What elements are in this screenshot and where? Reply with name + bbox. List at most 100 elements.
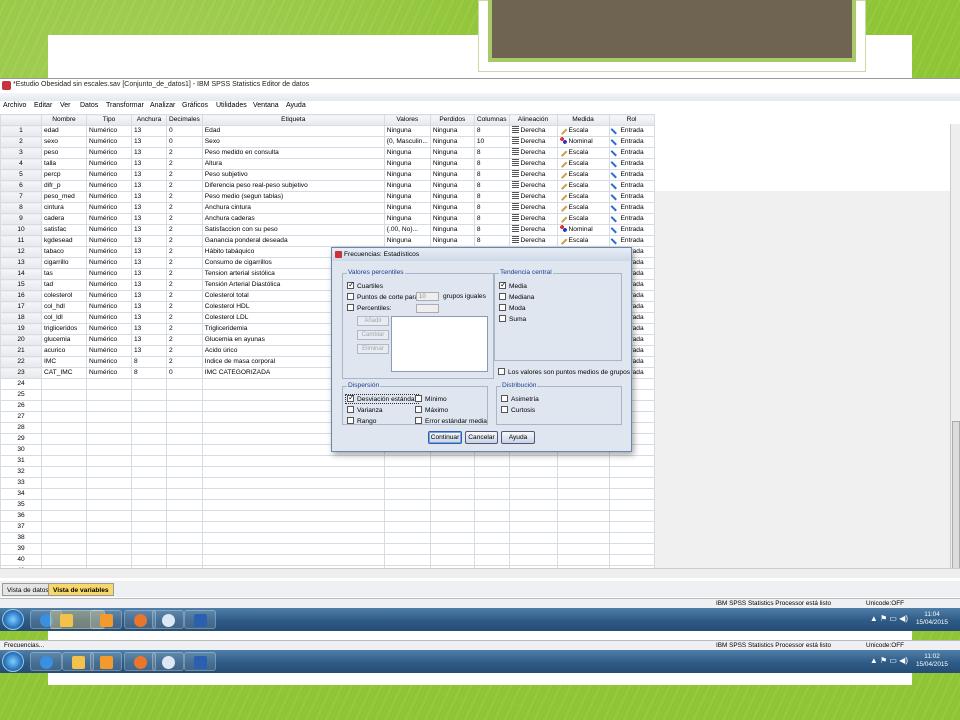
cell-tipo[interactable]: Numérico xyxy=(86,213,132,225)
empty-cell[interactable] xyxy=(41,488,87,500)
empty-cell[interactable] xyxy=(383,499,431,511)
menu-ver[interactable]: Ver xyxy=(60,102,71,109)
empty-cell[interactable] xyxy=(131,554,167,566)
suma-checkbox[interactable]: Suma xyxy=(499,315,526,323)
cell-perdidos[interactable]: Ninguna xyxy=(429,180,475,192)
empty-cell[interactable] xyxy=(41,444,87,456)
cell-tipo[interactable]: Numérico xyxy=(86,136,132,148)
column-header-medida[interactable]: Medida xyxy=(556,114,610,126)
cell-dec[interactable]: 2 xyxy=(166,345,203,357)
empty-cell[interactable] xyxy=(429,466,475,478)
row-number[interactable]: 5 xyxy=(0,169,42,181)
column-header-anchura[interactable]: Anchura xyxy=(131,114,167,126)
cell-dec[interactable]: 2 xyxy=(166,246,203,258)
row-number[interactable]: 6 xyxy=(0,180,42,192)
empty-cell[interactable] xyxy=(41,389,87,401)
cell-rol[interactable]: Entrada xyxy=(608,213,655,225)
empty-cell[interactable] xyxy=(429,543,475,555)
cell-dec[interactable]: 2 xyxy=(166,224,203,236)
empty-cell[interactable] xyxy=(86,466,132,478)
cell-rol[interactable]: Entrada xyxy=(608,224,655,236)
empty-cell[interactable] xyxy=(608,521,655,533)
cell-columnas[interactable]: 8 xyxy=(473,158,510,170)
desviacion-checkbox[interactable]: Desviación estándar xyxy=(345,393,419,404)
cell-dec[interactable]: 0 xyxy=(166,125,203,137)
spss-taskbar-button-2[interactable] xyxy=(152,652,184,671)
cell-medida[interactable]: Nominal xyxy=(556,136,610,148)
empty-cell[interactable] xyxy=(201,466,385,478)
puntos-corte-input[interactable]: 10 xyxy=(416,292,439,301)
cell-columnas[interactable]: 8 xyxy=(473,202,510,214)
row-number[interactable]: 1 xyxy=(0,125,42,137)
eliminar-button[interactable]: Eliminar xyxy=(357,344,389,354)
row-number[interactable]: 39 xyxy=(0,543,42,555)
empty-cell[interactable] xyxy=(556,455,610,467)
empty-cell[interactable] xyxy=(131,543,167,555)
row-number[interactable]: 27 xyxy=(0,411,42,423)
cell-anchura[interactable]: 13 xyxy=(131,323,167,335)
empty-cell[interactable] xyxy=(131,488,167,500)
cell-rol[interactable]: Entrada xyxy=(608,158,655,170)
empty-cell[interactable] xyxy=(131,532,167,544)
empty-cell[interactable] xyxy=(166,521,203,533)
column-header-alineacion[interactable]: Alineación xyxy=(508,114,558,126)
cambiar-button[interactable]: Cambiar xyxy=(357,330,389,340)
cell-etiqueta[interactable]: Anchura cintura xyxy=(201,202,385,214)
empty-cell[interactable] xyxy=(556,510,610,522)
cell-anchura[interactable]: 13 xyxy=(131,235,167,247)
dialog-title-bar[interactable]: Frecuencias: Estadísticos xyxy=(332,248,631,261)
row-number[interactable]: 40 xyxy=(0,554,42,566)
row-number[interactable]: 17 xyxy=(0,301,42,313)
cell-perdidos[interactable]: Ninguna xyxy=(429,147,475,159)
menu-graficos[interactable]: Gráficos xyxy=(182,102,208,109)
cell-valores[interactable]: {.00, No}... xyxy=(383,224,431,236)
empty-cell[interactable] xyxy=(508,488,558,500)
empty-cell[interactable] xyxy=(41,400,87,412)
cell-tipo[interactable]: Numérico xyxy=(86,323,132,335)
cell-nombre[interactable]: kgdesead xyxy=(41,235,87,247)
mediana-checkbox[interactable]: Mediana xyxy=(499,293,534,301)
empty-cell[interactable] xyxy=(383,466,431,478)
empty-cell[interactable] xyxy=(383,543,431,555)
ie-taskbar-button-2[interactable] xyxy=(30,652,62,671)
cell-valores[interactable]: Ninguna xyxy=(383,235,431,247)
empty-cell[interactable] xyxy=(41,543,87,555)
row-number[interactable]: 19 xyxy=(0,323,42,335)
cell-nombre[interactable]: CAT_IMC xyxy=(41,367,87,379)
cell-nombre[interactable]: trigliceridos xyxy=(41,323,87,335)
row-number[interactable]: 26 xyxy=(0,400,42,412)
empty-cell[interactable] xyxy=(508,466,558,478)
cell-anchura[interactable]: 13 xyxy=(131,246,167,258)
cell-perdidos[interactable]: Ninguna xyxy=(429,169,475,181)
empty-cell[interactable] xyxy=(166,400,203,412)
column-header-perdidos[interactable]: Perdidos xyxy=(429,114,475,126)
empty-cell[interactable] xyxy=(556,499,610,511)
empty-cell[interactable] xyxy=(429,554,475,566)
empty-cell[interactable] xyxy=(41,466,87,478)
percentiles-input[interactable] xyxy=(416,304,439,313)
cell-anchura[interactable]: 13 xyxy=(131,202,167,214)
cell-tipo[interactable]: Numérico xyxy=(86,235,132,247)
cell-anchura[interactable]: 13 xyxy=(131,279,167,291)
row-number[interactable]: 2 xyxy=(0,136,42,148)
empty-cell[interactable] xyxy=(166,477,203,489)
empty-cell[interactable] xyxy=(383,554,431,566)
cell-dec[interactable]: 2 xyxy=(166,356,203,368)
cell-medida[interactable]: Escala xyxy=(556,169,610,181)
cell-alin[interactable]: Derecha xyxy=(508,125,558,137)
cell-etiqueta[interactable]: Ganancia ponderal deseada xyxy=(201,235,385,247)
empty-cell[interactable] xyxy=(131,433,167,445)
minimo-checkbox[interactable]: Mínimo xyxy=(415,395,447,403)
ayuda-button[interactable]: Ayuda xyxy=(501,431,535,444)
cell-columnas[interactable]: 8 xyxy=(473,180,510,192)
cell-valores[interactable]: Ninguna xyxy=(383,125,431,137)
empty-cell[interactable] xyxy=(608,554,655,566)
empty-cell[interactable] xyxy=(131,400,167,412)
cell-medida[interactable]: Escala xyxy=(556,147,610,159)
cell-anchura[interactable]: 13 xyxy=(131,345,167,357)
cell-etiqueta[interactable]: Diferencia peso real-peso subjetivo xyxy=(201,180,385,192)
cell-valores[interactable]: Ninguna xyxy=(383,158,431,170)
empty-cell[interactable] xyxy=(86,510,132,522)
empty-cell[interactable] xyxy=(556,543,610,555)
cell-dec[interactable]: 2 xyxy=(166,202,203,214)
